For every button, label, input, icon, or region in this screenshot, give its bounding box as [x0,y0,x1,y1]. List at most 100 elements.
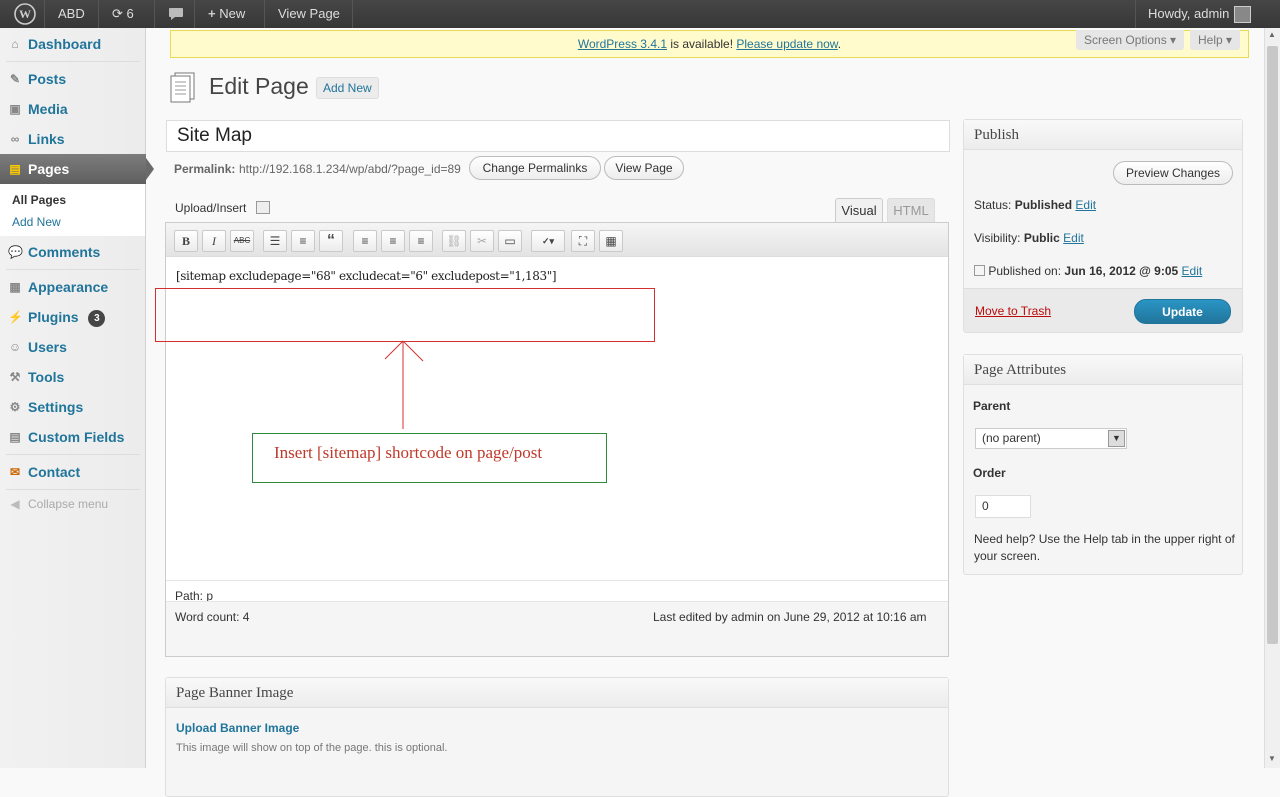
home-icon: ⌂ [11,37,19,51]
path-divider [166,580,948,581]
howdy-label: Howdy, admin [1148,6,1230,21]
sidebar-item-plugins[interactable]: ⚡ Plugins 3 [0,302,146,332]
published-on-label: Published on: [988,264,1062,278]
tab-html[interactable]: HTML [887,198,935,223]
pushpin-icon: ✎ [9,72,21,86]
move-to-trash-link[interactable]: Move to Trash [975,304,1051,318]
comments-bubble-icon[interactable] [160,0,192,28]
new-label: New [219,6,246,21]
numbered-list-icon[interactable]: ≡ [291,230,315,252]
sidebar-item-contact[interactable]: ✉ Contact [0,457,146,487]
view-page-button[interactable]: View Page [604,156,684,180]
avatar[interactable] [1234,6,1251,23]
permalink-label: Permalink: [174,162,236,176]
order-input[interactable]: 0 [975,495,1031,518]
annotation-arrow-icon [384,340,424,429]
settings-icon: ⚙ [9,400,21,414]
site-name-link[interactable]: ABD [50,0,93,28]
view-page-link[interactable]: View Page [270,0,348,28]
align-center-icon[interactable]: ≡ [381,230,405,252]
page-scrollbar[interactable]: ▲ ▼ [1264,28,1280,768]
sidebar-item-links[interactable]: ∞ Links [0,124,146,154]
scrollbar-thumb[interactable] [1267,46,1278,644]
change-permalinks-button[interactable]: Change Permalinks [469,156,601,180]
sidebar-item-media[interactable]: ▣ Media [0,94,146,124]
italic-icon[interactable]: I [202,230,226,252]
sidebar-item-custom-fields[interactable]: ▤ Custom Fields [0,422,146,452]
help-button[interactable]: Help ▾ [1190,30,1241,50]
page-attributes-box: Page Attributes Parent (no parent) ▼ Ord… [963,354,1243,575]
content-editor: B I ABC ☰ ≡ “ ≡ ≡ ≡ ⛓ ✂ ▭ ✓▾ ⛶ ▦ [sitema… [155,222,949,657]
sidebar-item-label: Plugins [28,309,79,325]
updates-link[interactable]: ⟳ 6 [104,0,142,28]
sidebar-item-users[interactable]: ☺ Users [0,332,146,362]
edit-status-link[interactable]: Edit [1075,198,1096,212]
blockquote-icon[interactable]: “ [319,230,343,252]
sidebar-item-settings[interactable]: ⚙ Settings [0,392,146,422]
order-label: Order [973,466,1006,480]
update-now-link[interactable]: Please update now [736,37,837,51]
collapse-label: Collapse menu [28,497,109,511]
page-attributes-title: Page Attributes [964,355,1242,385]
permalink-url[interactable]: http://192.168.1.234/wp/abd/?page_id=89 [239,162,461,176]
contact-icon: ✉ [9,465,21,479]
sidebar-item-comments[interactable]: 💬 Comments [0,237,146,267]
publish-title: Publish [964,120,1242,150]
calendar-icon [974,265,985,276]
title-input[interactable]: Site Map [166,120,950,152]
add-media-icon[interactable] [256,201,270,214]
preview-changes-button[interactable]: Preview Changes [1113,161,1233,185]
appearance-icon: ▦ [9,280,21,294]
kitchen-sink-icon[interactable]: ▦ [599,230,623,252]
new-content-link[interactable]: + New [200,0,253,28]
insert-link-icon[interactable]: ⛓ [442,230,466,252]
collapse-menu[interactable]: ◀ Collapse menu [0,489,146,519]
add-new-page-button[interactable]: Add New [316,77,379,99]
update-button[interactable]: Update [1134,299,1231,324]
notice-end: . [837,37,842,51]
edit-date-link[interactable]: Edit [1182,264,1203,278]
scroll-down-icon[interactable]: ▼ [1268,754,1276,763]
sidebar-item-label: Dashboard [28,36,102,52]
shortcode-highlight-box [155,288,655,342]
tab-visual[interactable]: Visual [835,198,883,223]
sidebar-item-label: Settings [28,399,84,415]
spellcheck-icon[interactable]: ✓▾ [531,230,565,252]
collapse-arrow-icon: ◀ [10,497,20,511]
status-value: Published [1014,198,1073,212]
admin-bar: W ABD ⟳ 6 + New View Page Howdy, admin [0,0,1280,28]
last-edited: Last edited by admin on June 29, 2012 at… [653,610,927,624]
sidebar-item-dashboard[interactable]: ⌂ Dashboard [0,29,146,59]
unlink-icon[interactable]: ✂ [470,230,494,252]
editor-content[interactable]: [sitemap excludepage="68" excludecat="6"… [176,269,557,283]
bullet-list-icon[interactable]: ☰ [263,230,287,252]
sidebar-item-pages[interactable]: ▤ Pages [0,154,146,184]
page-banner-title: Page Banner Image [166,678,948,708]
submenu-all-pages[interactable]: All Pages [12,193,66,207]
howdy-account[interactable]: Howdy, admin [1140,0,1237,28]
sidebar-item-posts[interactable]: ✎ Posts [0,64,146,94]
admin-sidebar: ⌂ Dashboard ✎ Posts ▣ Media ∞ Links ▤ Pages A… [0,28,154,768]
submenu-add-new[interactable]: Add New [12,215,61,229]
sidebar-item-label: Links [28,131,65,147]
parent-select[interactable]: (no parent) ▼ [975,428,1127,449]
sidebar-item-appearance[interactable]: ▦ Appearance [0,272,146,302]
visibility-row: Visibility: Public Edit [974,231,1084,245]
bold-icon[interactable]: B [174,230,198,252]
upload-banner-link[interactable]: Upload Banner Image [176,721,299,735]
strikethrough-icon[interactable]: ABC [230,230,254,252]
parent-select-value: (no parent) [982,431,1041,445]
more-tag-icon[interactable]: ▭ [498,230,522,252]
scroll-up-icon[interactable]: ▲ [1268,30,1276,39]
wordpress-logo-icon[interactable]: W [6,0,44,28]
fullscreen-icon[interactable]: ⛶ [571,230,595,252]
sidebar-item-label: Media [28,101,68,117]
edit-visibility-link[interactable]: Edit [1063,231,1084,245]
page-icon: ▤ [9,162,21,176]
annotation-callout: Insert [sitemap] shortcode on page/post [252,433,607,483]
sidebar-item-tools[interactable]: ⚒ Tools [0,362,146,392]
align-left-icon[interactable]: ≡ [353,230,377,252]
screen-options-button[interactable]: Screen Options ▾ [1076,30,1185,50]
align-right-icon[interactable]: ≡ [409,230,433,252]
wordpress-version-link[interactable]: WordPress 3.4.1 [578,37,667,51]
